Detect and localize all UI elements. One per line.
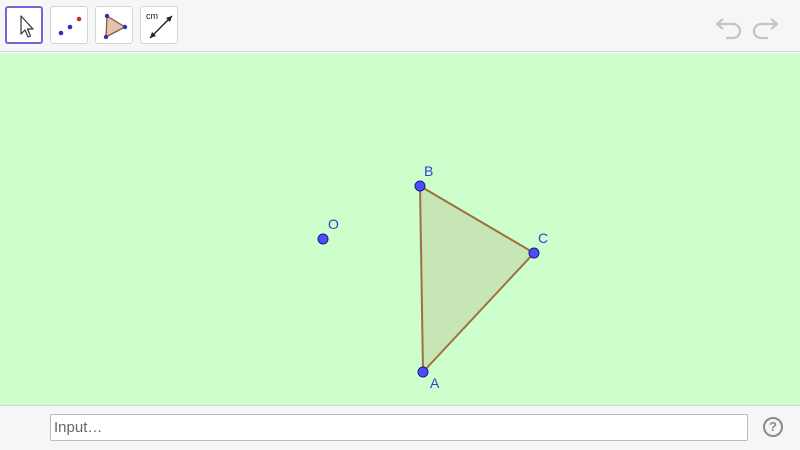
graphics-svg: O B C A bbox=[317, 163, 548, 391]
point-b[interactable] bbox=[414, 180, 426, 192]
point-a-label: A bbox=[430, 375, 440, 391]
point-a[interactable] bbox=[417, 366, 429, 378]
move-arrow-icon bbox=[20, 15, 34, 38]
distance-icon: cm bbox=[146, 11, 173, 39]
input-bar: ? bbox=[0, 405, 800, 450]
toolbar: cm bbox=[0, 0, 800, 52]
point-icon bbox=[58, 16, 82, 36]
distance-tool-label: cm bbox=[146, 11, 158, 21]
redo-icon bbox=[752, 18, 779, 40]
polygon-icon bbox=[103, 13, 128, 40]
help-icon[interactable]: ? bbox=[763, 417, 783, 437]
algebra-input[interactable] bbox=[50, 414, 748, 441]
graphics-view[interactable]: O B C A bbox=[0, 53, 800, 405]
point-o-label: O bbox=[328, 216, 339, 232]
move-tool-button[interactable] bbox=[5, 6, 43, 44]
triangle-abc[interactable] bbox=[419, 185, 535, 373]
undo-icon bbox=[715, 18, 742, 40]
polygon-tool-button[interactable] bbox=[95, 6, 133, 44]
point-c-label: C bbox=[538, 230, 548, 246]
point-o[interactable] bbox=[317, 233, 329, 245]
undo-button[interactable] bbox=[714, 12, 744, 40]
redo-button[interactable] bbox=[750, 12, 780, 40]
point-c[interactable] bbox=[528, 247, 540, 259]
point-tool-button[interactable] bbox=[50, 6, 88, 44]
point-b-label: B bbox=[424, 163, 433, 179]
distance-tool-button[interactable]: cm bbox=[140, 6, 178, 44]
